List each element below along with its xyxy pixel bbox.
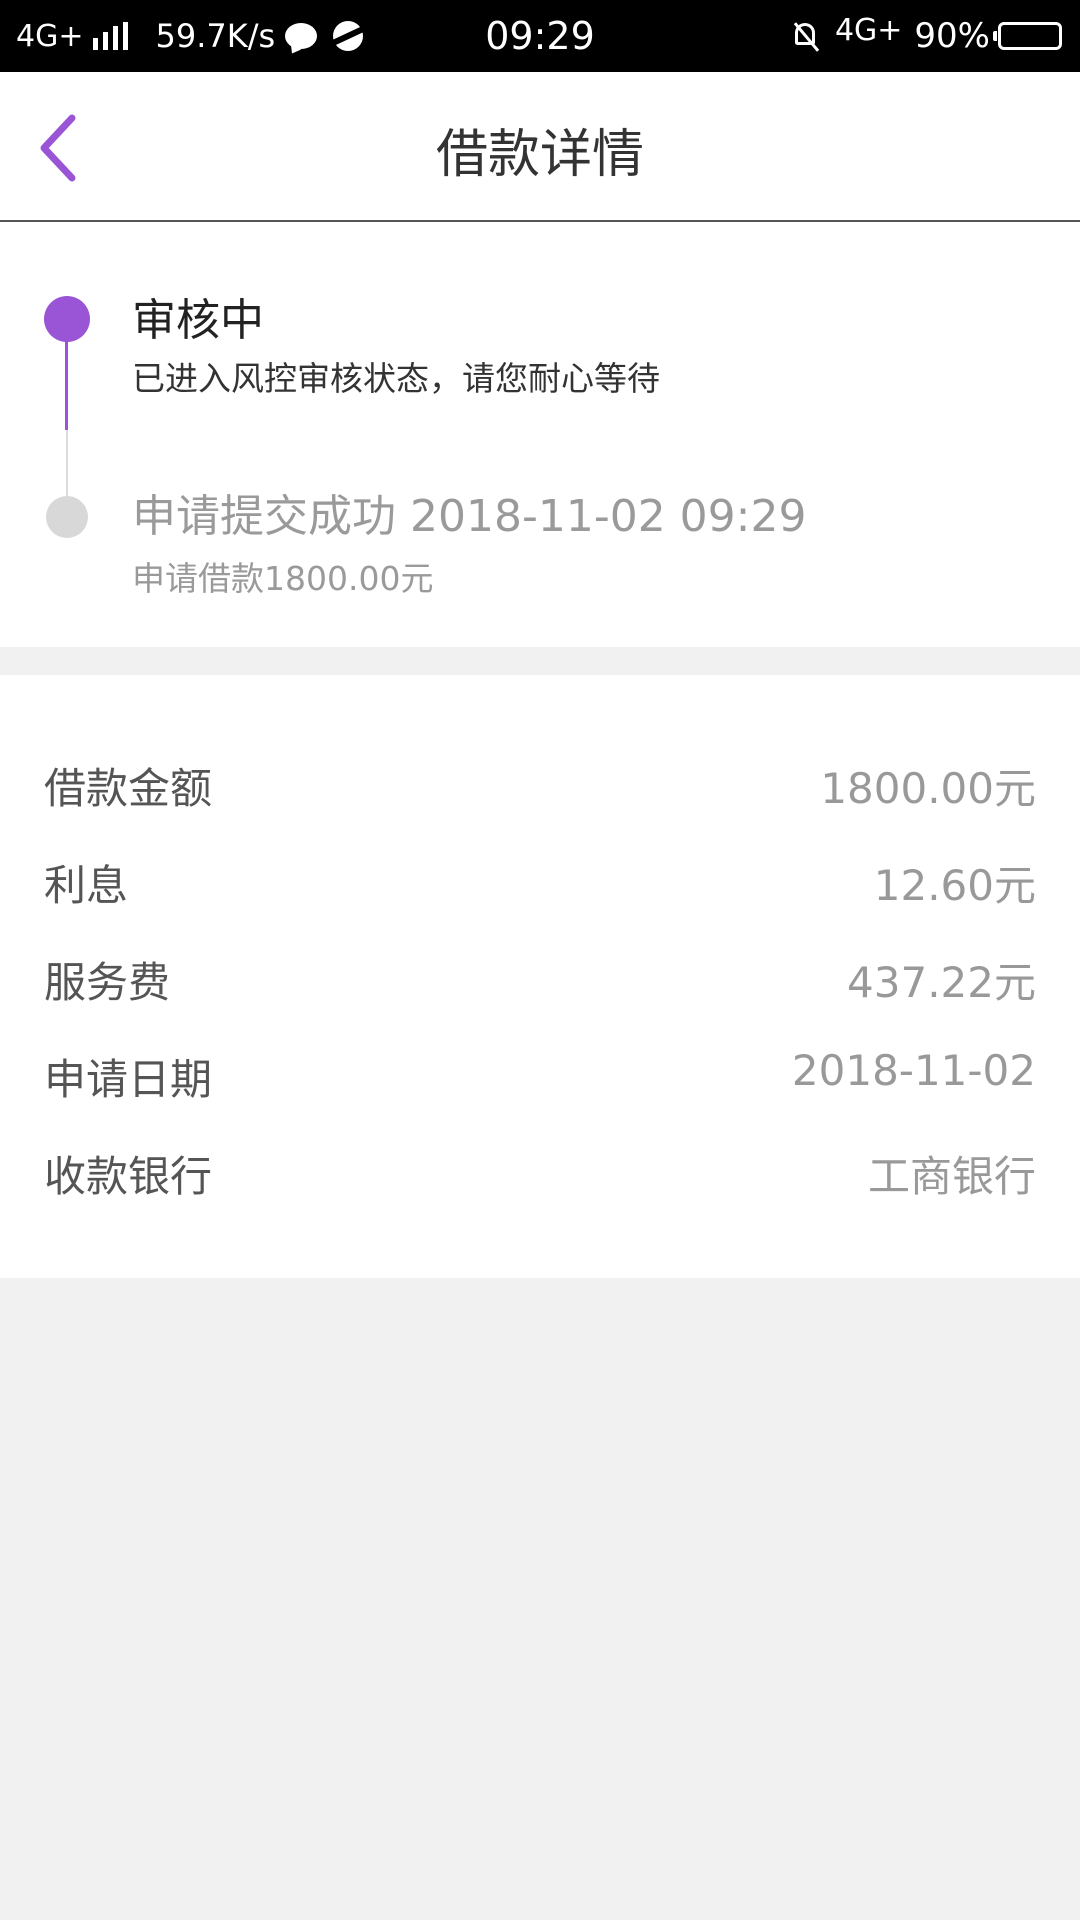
- nav-header: 借款详情: [0, 72, 1080, 222]
- status-bar-right: 4G+ 90%: [791, 0, 1062, 72]
- detail-row-service-fee: 服务费 437.22元: [0, 949, 1080, 1009]
- detail-value: 437.22元: [847, 958, 1036, 1007]
- timeline-step-title: 审核中: [132, 295, 264, 346]
- timeline-line-active: [65, 340, 68, 430]
- loan-details: 借款金额 1800.00元 利息 12.60元 服务费 437.22元 申请日期…: [0, 675, 1080, 1278]
- detail-value: 2018-11-02: [791, 1046, 1036, 1095]
- mute-icon: [791, 21, 821, 52]
- battery-icon: [993, 22, 1062, 50]
- detail-label: 服务费: [44, 958, 171, 1007]
- battery-percent: 90%: [914, 16, 990, 56]
- detail-value: 12.60元: [873, 861, 1036, 910]
- detail-value: 工商银行: [867, 1152, 1036, 1201]
- detail-label: 申请日期: [44, 1055, 213, 1104]
- status-bar: 4G+ 59.7K/s 09:29 4G+ 90%: [0, 0, 1080, 72]
- status-timeline: 审核中 已进入风控审核状态，请您耐心等待 申请提交成功 2018-11-02 0…: [0, 222, 1080, 647]
- timeline-step-title: 申请提交成功 2018-11-02 09:29: [132, 491, 807, 542]
- detail-label: 借款金额: [44, 764, 213, 813]
- detail-row-bank: 收款银行 工商银行: [0, 1143, 1080, 1203]
- page-title: 借款详情: [435, 125, 644, 185]
- detail-label: 收款银行: [44, 1152, 213, 1201]
- timeline-step-description: 已进入风控审核状态，请您耐心等待: [132, 359, 660, 398]
- network-type-right: 4G+: [834, 12, 903, 48]
- detail-row-apply-date: 申请日期 2018-11-02: [0, 1046, 1080, 1106]
- timeline-step-description: 申请借款1800.00元: [132, 559, 434, 598]
- detail-value: 1800.00元: [820, 764, 1036, 813]
- detail-row-interest: 利息 12.60元: [0, 852, 1080, 912]
- timeline-line: [66, 430, 68, 506]
- timeline-dot: [46, 496, 88, 538]
- detail-label: 利息: [44, 861, 129, 910]
- timeline-dot-active: [44, 296, 90, 342]
- detail-row-amount: 借款金额 1800.00元: [0, 755, 1080, 815]
